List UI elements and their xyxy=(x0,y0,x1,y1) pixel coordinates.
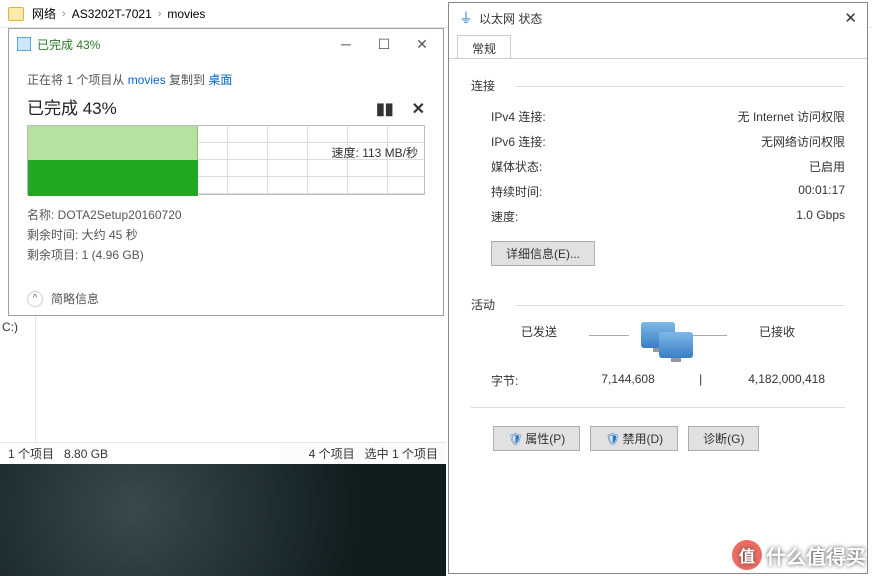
chevron-right-icon: › xyxy=(62,8,66,20)
copy-description: 正在将 1 个项目从 movies 复制到 桌面 xyxy=(27,71,425,88)
tab-general[interactable]: 常规 xyxy=(457,35,511,58)
chart-progress-fill xyxy=(28,160,198,196)
progress-heading: 已完成 43% xyxy=(27,94,425,119)
section-activity: 活动 xyxy=(471,296,845,313)
shield-icon: 🛡 xyxy=(508,432,523,446)
received-label: 已接收 xyxy=(759,323,795,340)
source-link[interactable]: movies xyxy=(128,73,166,87)
ethernet-status-dialog: ⏚ 以太网 状态 ✕ 常规 连接 IPv4 连接: 无 Internet 访问权限… xyxy=(448,2,868,574)
ipv6-label: IPv6 连接: xyxy=(491,133,546,150)
breadcrumb-item[interactable]: 网络 xyxy=(32,5,56,22)
folder-icon xyxy=(8,7,24,21)
status-bar-secondary: 4 个项目 选中 1 个项目 xyxy=(280,442,446,464)
speed-label: 速度: xyxy=(491,208,518,225)
media-value: 已启用 xyxy=(809,158,845,175)
duration-value: 00:01:17 xyxy=(798,183,845,200)
network-activity-icon xyxy=(641,322,675,348)
throughput-chart: 速度: 113 MB/秒 xyxy=(27,125,425,195)
details-button[interactable]: 详细信息(E)... xyxy=(491,241,595,266)
items-remaining: 1 (4.96 GB) xyxy=(82,248,144,262)
file-name: DOTA2Setup20160720 xyxy=(58,208,182,222)
disable-button[interactable]: 🛡禁用(D) xyxy=(590,426,678,451)
breadcrumb-item[interactable]: AS3202T-7021 xyxy=(72,7,152,21)
chevron-up-icon: ^ xyxy=(27,291,43,307)
titlebar: 已完成 43% ─ ☐ ✕ xyxy=(9,29,443,59)
total-size: 8.80 GB xyxy=(64,447,108,461)
window-title: 以太网 状态 xyxy=(479,10,844,27)
item-count: 1 个项目 xyxy=(8,445,54,462)
network-icon: ⏚ xyxy=(459,8,473,28)
drive-item[interactable]: C:) xyxy=(2,320,18,334)
cancel-button[interactable]: ✕ xyxy=(412,99,425,119)
dest-link[interactable]: 桌面 xyxy=(208,73,232,87)
section-connection: 连接 xyxy=(471,77,845,94)
shield-icon: 🛡 xyxy=(605,432,620,446)
bytes-sent: 7,144,608 xyxy=(601,372,654,386)
breadcrumb-item[interactable]: movies xyxy=(167,7,205,21)
nav-pane[interactable]: C:) xyxy=(0,316,36,442)
close-button[interactable]: ✕ xyxy=(409,34,435,54)
tabstrip: 常规 xyxy=(449,33,867,59)
selection-count: 选中 1 个项目 xyxy=(365,445,438,462)
speed-value: 1.0 Gbps xyxy=(796,208,845,225)
minimize-button[interactable]: ─ xyxy=(333,34,359,54)
divider: | xyxy=(699,372,702,386)
close-button[interactable]: ✕ xyxy=(844,9,857,27)
bytes-label: 字节: xyxy=(491,372,518,389)
watermark: 值 什么值得买 xyxy=(732,540,866,570)
details-toggle[interactable]: ^ 简略信息 xyxy=(27,290,99,307)
copy-progress-dialog: 已完成 43% ─ ☐ ✕ 正在将 1 个项目从 movies 复制到 桌面 已… xyxy=(8,28,444,316)
copy-icon xyxy=(17,37,31,51)
watermark-icon: 值 xyxy=(732,540,762,570)
maximize-button[interactable]: ☐ xyxy=(371,34,397,54)
copy-metadata: 名称: DOTA2Setup20160720 剩余时间: 大约 45 秒 剩余项… xyxy=(27,205,425,265)
ipv4-value: 无 Internet 访问权限 xyxy=(738,108,845,125)
speed-label: 速度: 113 MB/秒 xyxy=(332,144,418,161)
bytes-received: 4,182,000,418 xyxy=(748,372,825,389)
chevron-right-icon: › xyxy=(158,8,162,20)
chart-upper-band xyxy=(28,126,198,160)
background-image xyxy=(0,464,446,576)
watermark-text: 什么值得买 xyxy=(766,541,866,570)
item-count: 4 个项目 xyxy=(309,445,355,462)
properties-button[interactable]: 🛡属性(P) xyxy=(493,426,580,451)
ipv4-label: IPv4 连接: xyxy=(491,108,546,125)
divider xyxy=(471,407,845,408)
titlebar: ⏚ 以太网 状态 ✕ xyxy=(449,3,867,33)
ipv6-value: 无网络访问权限 xyxy=(761,133,845,150)
divider xyxy=(589,335,629,336)
time-remaining: 大约 45 秒 xyxy=(82,228,138,242)
sent-label: 已发送 xyxy=(521,323,557,340)
diagnose-button[interactable]: 诊断(G) xyxy=(688,426,759,451)
media-label: 媒体状态: xyxy=(491,158,542,175)
divider xyxy=(687,335,727,336)
duration-label: 持续时间: xyxy=(491,183,542,200)
window-title: 已完成 43% xyxy=(37,36,333,53)
pause-button[interactable]: ▮▮ xyxy=(376,99,394,119)
